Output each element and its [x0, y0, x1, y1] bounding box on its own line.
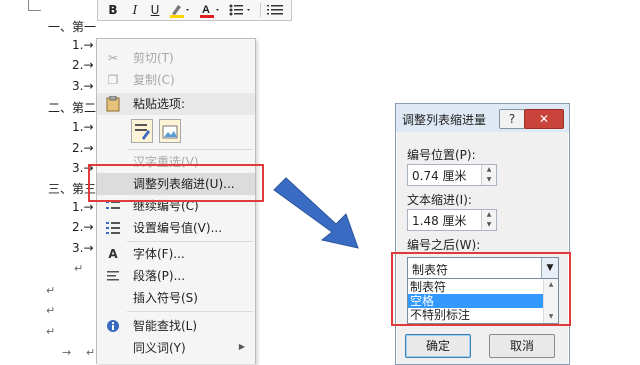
highlight-color-button[interactable]	[168, 2, 192, 18]
menu-item-smart-lookup[interactable]: 智能查找(L)	[97, 315, 255, 337]
paste-option-group	[129, 117, 189, 145]
blue-arrow-icon	[273, 177, 359, 249]
cancel-button[interactable]: 取消	[489, 334, 555, 358]
submenu-arrow-icon: ▶	[238, 342, 245, 351]
menu-divider	[127, 149, 253, 150]
list-line: 2.→	[72, 220, 94, 234]
list-line: 3.→	[72, 241, 94, 255]
italic-button[interactable]: I	[128, 2, 142, 18]
paragraph-mark: ↵	[46, 284, 56, 297]
paragraph-mark: ↵	[74, 262, 84, 275]
bullet-list-icon	[229, 4, 250, 16]
underline-button[interactable]: U	[148, 2, 162, 18]
list-line: 1.→	[72, 200, 94, 214]
paragraph-icon	[105, 268, 121, 284]
menu-item-set-numbering-value[interactable]: 设置编号值(V)...	[97, 217, 255, 239]
text-indent-value: 1.48 厘米	[412, 214, 467, 228]
ok-button[interactable]: 确定	[405, 334, 471, 358]
scissors-icon: ✂	[107, 51, 119, 65]
menu-item-paragraph[interactable]: 段落(P)...	[97, 265, 255, 287]
numbered-list-icon	[267, 5, 283, 15]
help-button[interactable]: ?	[499, 109, 525, 129]
spin-down-icon[interactable]: ▼	[482, 175, 496, 185]
menu-item-synonyms[interactable]: 同义词(Y) ▶	[97, 337, 255, 359]
number-position-label: 编号位置(P):	[407, 148, 476, 162]
menu-item-label: 同义词(Y)	[133, 341, 186, 355]
number-position-spinner[interactable]: 0.74 厘米 ▲ ▼	[407, 164, 497, 186]
picture-paste-icon[interactable]	[159, 119, 181, 143]
font-color-button[interactable]: A	[198, 2, 222, 18]
menu-item-cut[interactable]: ✂ 剪切(T)	[97, 47, 255, 69]
menu-item-label: 设置编号值(V)...	[133, 221, 223, 235]
dialog-body: 编号位置(P): 0.74 厘米 ▲ ▼ 文本缩进(I): 1.48 厘米 ▲ …	[397, 132, 568, 364]
close-button[interactable]: ✕	[524, 109, 564, 129]
follow-number-label: 编号之后(W):	[407, 238, 481, 252]
page-corner-mark	[28, 0, 41, 11]
bold-button[interactable]: B	[106, 2, 120, 18]
font-color-icon: A	[200, 4, 219, 18]
toolbar-divider	[260, 3, 261, 17]
menu-item-copy[interactable]: ❐ 复制(C)	[97, 69, 255, 91]
spin-down-icon[interactable]: ▼	[482, 220, 496, 230]
paste-options-label: 粘贴选项:	[133, 97, 186, 111]
list-line: 2.→	[72, 141, 94, 155]
list-line: 2.→	[72, 58, 94, 72]
paragraph-mark: ↵	[46, 325, 56, 338]
dialog-titlebar[interactable]: 调整列表缩进量 ? ✕	[396, 104, 569, 132]
menu-item-font[interactable]: A 字体(F)...	[97, 243, 255, 265]
text-indent-spinner[interactable]: 1.48 厘米 ▲ ▼	[407, 209, 497, 231]
set-number-icon	[105, 220, 121, 236]
menu-item-label: 复制(C)	[133, 73, 175, 87]
menu-item-label: 剪切(T)	[133, 51, 174, 65]
menu-item-label: 插入符号(S)	[133, 291, 198, 305]
menu-item-label: 段落(P)...	[133, 269, 186, 283]
list-line: 1.→	[72, 38, 94, 52]
keep-source-format-icon[interactable]	[131, 119, 153, 143]
clipboard-icon	[105, 95, 121, 112]
svg-text:A: A	[202, 4, 210, 16]
menu-item-label: 智能查找(L)	[133, 319, 198, 333]
menu-divider	[127, 311, 253, 312]
number-position-value: 0.74 厘米	[412, 169, 467, 183]
spinner-buttons: ▲ ▼	[481, 165, 496, 185]
paragraph-mark: ↵	[46, 304, 56, 317]
bullets-button[interactable]	[228, 2, 254, 18]
smart-lookup-icon	[105, 318, 121, 334]
numbering-button[interactable]	[266, 2, 286, 18]
dropdown-highlight-box	[391, 252, 571, 326]
menu-item-insert-symbol[interactable]: 插入符号(S)	[97, 287, 255, 309]
dialog-title: 调整列表缩进量	[402, 113, 487, 127]
heading-line-1: 一、第一	[48, 20, 97, 34]
menu-divider	[127, 241, 253, 242]
mini-toolbar: B I U A	[97, 0, 292, 21]
menu-item-label: 字体(F)...	[133, 247, 185, 261]
copy-icon: ❐	[107, 73, 119, 87]
heading-line-2: 二、第二	[48, 101, 97, 115]
menu-highlight-box	[88, 164, 264, 202]
list-line: 1.→	[72, 120, 94, 134]
spinner-buttons: ▲ ▼	[481, 210, 496, 230]
tab-mark: →	[62, 346, 72, 359]
list-line: 3.→	[72, 79, 94, 93]
text-indent-label: 文本缩进(I):	[407, 193, 472, 207]
highlighter-icon	[170, 5, 189, 18]
font-icon: A	[108, 247, 118, 261]
paste-options-header: 粘贴选项:	[97, 93, 255, 115]
paragraph-mark: ↵	[86, 346, 96, 359]
